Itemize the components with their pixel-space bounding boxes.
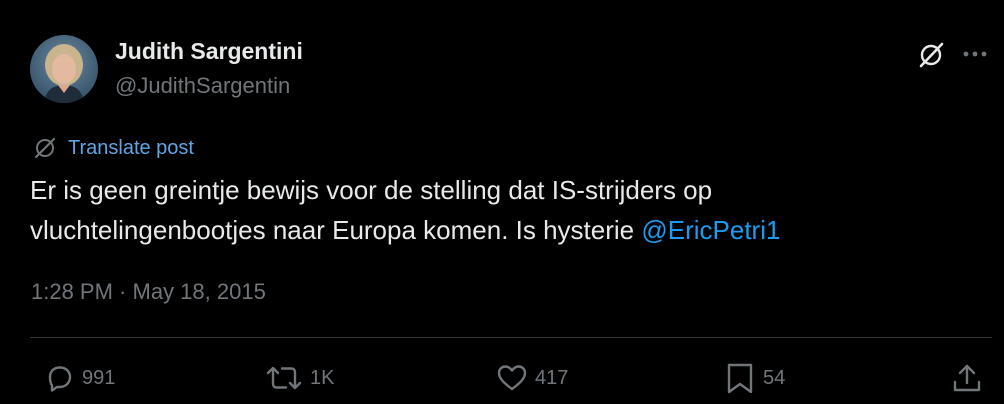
author-display-name[interactable]: Judith Sargentini [115, 38, 303, 65]
post-text-line-2-text: vluchtelingenbootjes naar Europa komen. … [30, 215, 642, 245]
share-button[interactable] [952, 360, 982, 396]
repost-button[interactable]: 1K [264, 360, 334, 396]
grok-icon [919, 42, 944, 68]
grok-button[interactable] [914, 38, 948, 72]
post-timestamp: 1:28 PM · May 18, 2015 [31, 279, 266, 305]
reply-button[interactable]: 991 [42, 360, 115, 396]
bookmark-count: 54 [763, 366, 786, 389]
timestamp-time[interactable]: 1:28 PM [31, 279, 113, 304]
share-icon [953, 364, 981, 392]
post-text-line-2: vluchtelingenbootjes naar Europa komen. … [30, 210, 980, 250]
avatar[interactable] [30, 35, 98, 103]
like-icon [497, 365, 527, 391]
translate-icon [34, 137, 56, 159]
divider [30, 337, 992, 338]
timestamp-separator: · [112, 279, 133, 304]
repost-count: 1K [310, 366, 335, 389]
repost-icon [266, 366, 302, 390]
bookmark-button[interactable]: 54 [725, 360, 785, 396]
more-icon [963, 51, 987, 57]
timestamp-date[interactable]: May 18, 2015 [133, 279, 266, 304]
like-button[interactable]: 417 [495, 360, 568, 396]
mention-link[interactable]: @EricPetri1 [641, 215, 780, 245]
author-handle[interactable]: @JudithSargentin [115, 73, 290, 99]
reply-icon [48, 366, 72, 392]
like-count: 417 [535, 366, 569, 389]
post-text: Er is geen greintje bewijs voor de stell… [30, 170, 980, 250]
bookmark-icon [727, 363, 753, 394]
post-text-line-1: Er is geen greintje bewijs voor de stell… [30, 175, 713, 205]
more-options-button[interactable] [958, 40, 992, 68]
translate-post-button[interactable]: Translate post [32, 134, 194, 162]
translate-post-label: Translate post [68, 136, 194, 159]
post-card: Judith Sargentini @JudithSargentin Trans… [0, 0, 1004, 404]
reply-count: 991 [82, 366, 116, 389]
avatar-image [30, 35, 98, 103]
